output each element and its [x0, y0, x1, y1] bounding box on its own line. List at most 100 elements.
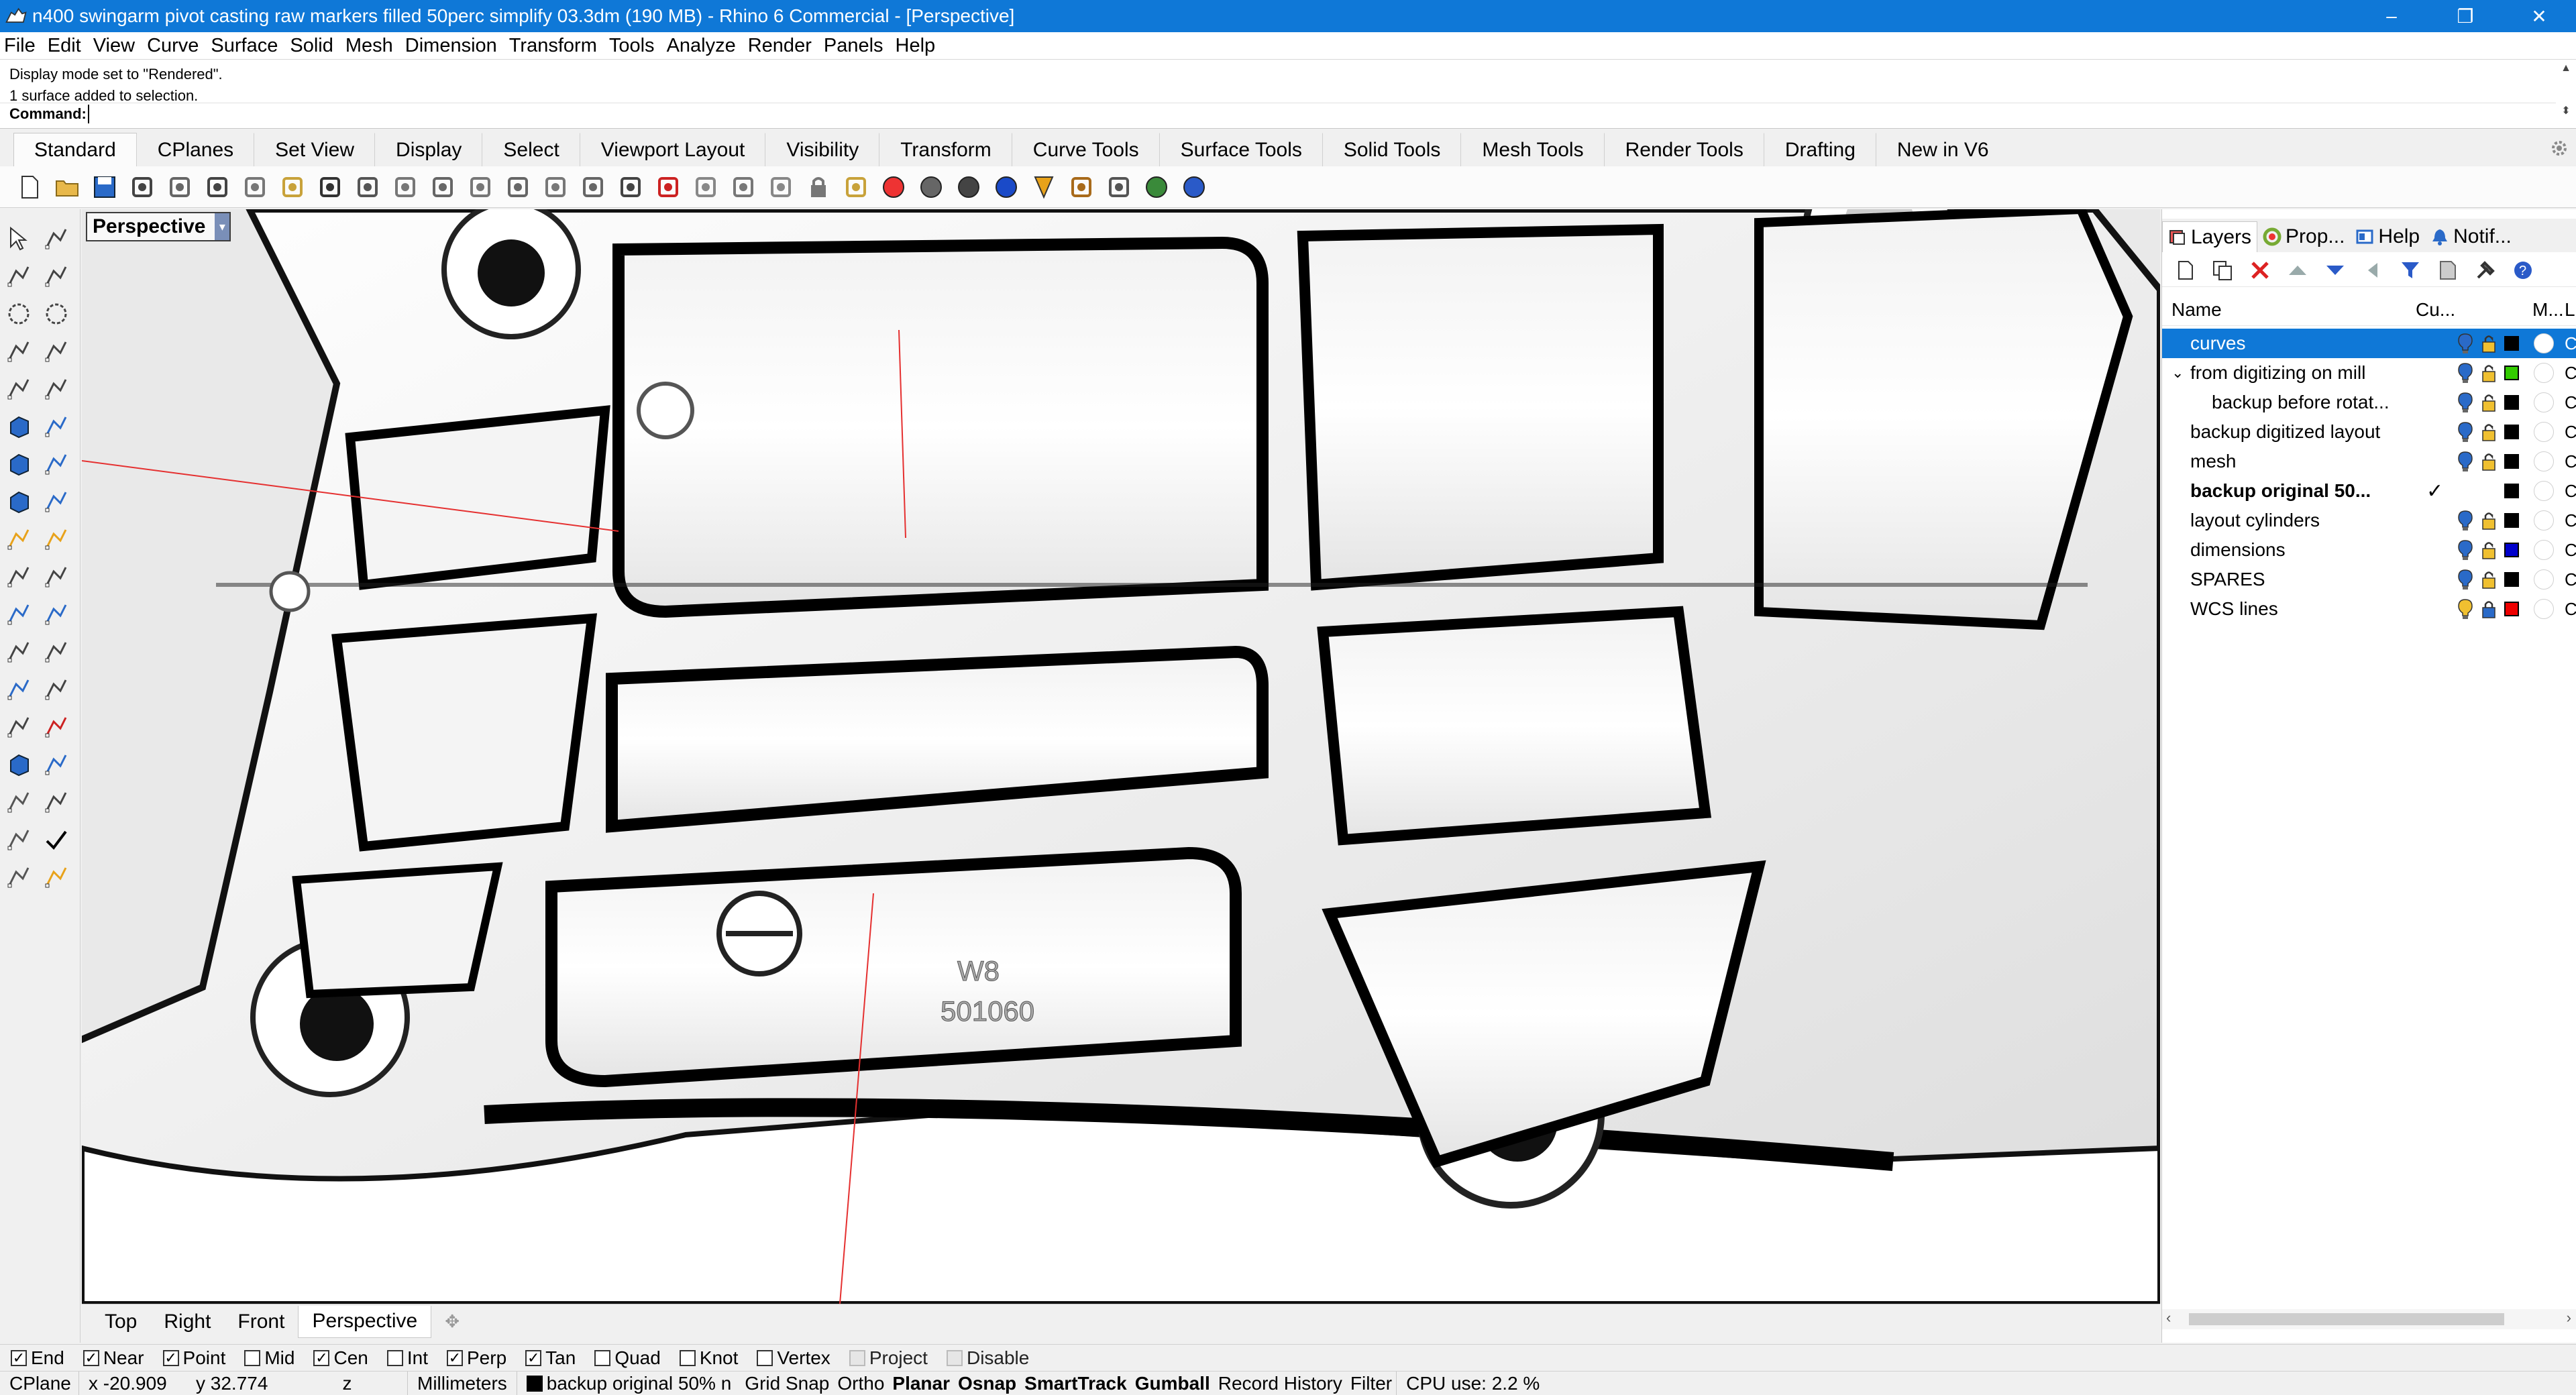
- menu-solid[interactable]: Solid: [290, 35, 333, 57]
- layer-linetype-cell[interactable]: C: [2565, 599, 2576, 620]
- layer-material-swatch[interactable]: [2534, 569, 2554, 590]
- blend-icon[interactable]: [40, 636, 72, 668]
- status-toggle-smarttrack[interactable]: SmartTrack: [1020, 1372, 1131, 1395]
- layer-material-swatch[interactable]: [2534, 540, 2554, 560]
- gumball-icon[interactable]: [40, 786, 72, 818]
- visibility-bulb-icon[interactable]: [2457, 421, 2473, 443]
- tab-curve-tools[interactable]: Curve Tools: [1012, 133, 1160, 166]
- status-toggle-osnap[interactable]: Osnap: [954, 1372, 1020, 1395]
- group-icon[interactable]: [3, 598, 35, 630]
- osnap-point[interactable]: ✓ Point: [162, 1347, 225, 1369]
- osnap-end[interactable]: ✓ End: [11, 1347, 64, 1369]
- layer-linetype-cell[interactable]: C: [2565, 333, 2576, 354]
- scroll-right-icon[interactable]: ›: [2567, 1309, 2571, 1327]
- move-icon[interactable]: [40, 711, 72, 743]
- status-units[interactable]: Millimeters: [408, 1371, 517, 1395]
- select-arrow-icon[interactable]: [3, 223, 35, 255]
- layer-linetype-cell[interactable]: C: [2565, 569, 2576, 590]
- layer-material-swatch[interactable]: [2534, 363, 2554, 383]
- tab-solid-tools[interactable]: Solid Tools: [1323, 133, 1462, 166]
- loft-icon[interactable]: [40, 410, 72, 443]
- split-icon[interactable]: [40, 561, 72, 593]
- layer-material-swatch[interactable]: [2534, 451, 2554, 471]
- osnap-near[interactable]: ✓ Near: [83, 1347, 144, 1369]
- import-icon[interactable]: [162, 170, 197, 205]
- split-icon[interactable]: [688, 170, 723, 205]
- cylinder-icon[interactable]: [3, 486, 35, 518]
- grid-icon[interactable]: [3, 786, 35, 818]
- tab-standard[interactable]: Standard: [13, 133, 137, 166]
- osnap-cen[interactable]: ✓ Cen: [313, 1347, 368, 1369]
- layer-color-swatch[interactable]: [2504, 484, 2519, 498]
- tab-display[interactable]: Display: [375, 133, 483, 166]
- panel-tab-layers[interactable]: Layers: [2162, 221, 2258, 252]
- layer-material-swatch[interactable]: [2534, 333, 2554, 353]
- tab-transform[interactable]: Transform: [879, 133, 1012, 166]
- history-scroll-up-icon[interactable]: ▲: [2560, 62, 2572, 74]
- expand-chevron-icon[interactable]: ⌄: [2171, 364, 2184, 382]
- layer-name[interactable]: from digitizing on mill: [2190, 362, 2365, 384]
- array-icon[interactable]: [40, 598, 72, 630]
- vptab-top[interactable]: Top: [91, 1306, 150, 1338]
- analyze-icon[interactable]: [3, 861, 35, 893]
- extrude-icon[interactable]: [40, 486, 72, 518]
- layer-linetype-cell[interactable]: C: [2565, 422, 2576, 443]
- visibility-bulb-icon[interactable]: [2457, 510, 2473, 531]
- menu-curve[interactable]: Curve: [147, 35, 199, 57]
- unlocked-icon[interactable]: [2481, 422, 2497, 442]
- unlocked-icon[interactable]: [2481, 540, 2497, 560]
- tab-drafting[interactable]: Drafting: [1764, 133, 1876, 166]
- column-material[interactable]: M...: [2532, 299, 2564, 321]
- undo-icon[interactable]: [313, 170, 347, 205]
- menu-mesh[interactable]: Mesh: [345, 35, 393, 57]
- osnap-checkbox[interactable]: [757, 1349, 773, 1366]
- osnap-mid[interactable]: Mid: [244, 1347, 294, 1369]
- boolean-union-icon[interactable]: [40, 448, 72, 480]
- visibility-bulb-icon[interactable]: [2457, 451, 2473, 472]
- polygon-icon[interactable]: [3, 335, 35, 368]
- column-name[interactable]: Name: [2171, 299, 2222, 321]
- panel-tab-notifications[interactable]: Notif...: [2425, 221, 2517, 252]
- command-input[interactable]: [87, 104, 1430, 123]
- gear-tool-icon[interactable]: [1064, 170, 1099, 205]
- unlocked-icon[interactable]: [2481, 569, 2497, 590]
- layer-name[interactable]: backup original 50...: [2190, 480, 2371, 502]
- layer-name[interactable]: curves: [2190, 333, 2245, 354]
- viewport-label[interactable]: Perspective ▾: [86, 212, 231, 241]
- zoom-selected-icon[interactable]: [538, 170, 573, 205]
- layer-linetype-cell[interactable]: C: [2565, 510, 2576, 531]
- command-scroll-icon[interactable]: ⬍: [2560, 104, 2572, 117]
- checkmark-icon[interactable]: [40, 824, 72, 856]
- layer-row[interactable]: dimensions C: [2162, 535, 2576, 565]
- menu-dimension[interactable]: Dimension: [405, 35, 497, 57]
- rotate-view-icon[interactable]: [576, 170, 610, 205]
- current-layer-check-icon[interactable]: ✓: [2426, 480, 2443, 503]
- copy-icon[interactable]: [237, 170, 272, 205]
- move-layer-down-icon[interactable]: [2320, 256, 2350, 285]
- perspective-viewport[interactable]: W8 501060 Perspective ▾: [82, 209, 2160, 1304]
- unlocked-icon[interactable]: [2481, 392, 2497, 412]
- menu-panels[interactable]: Panels: [824, 35, 883, 57]
- visibility-bulb-icon[interactable]: [2457, 392, 2473, 413]
- layer-linetype-cell[interactable]: C: [2565, 540, 2576, 561]
- layer-name[interactable]: WCS lines: [2190, 598, 2278, 620]
- panel-tab-properties[interactable]: Prop...: [2257, 221, 2350, 252]
- show-icon[interactable]: [763, 170, 798, 205]
- layer-name[interactable]: dimensions: [2190, 539, 2286, 561]
- osnap-int[interactable]: Int: [386, 1347, 428, 1369]
- paste-icon[interactable]: [275, 170, 310, 205]
- layer-name[interactable]: mesh: [2190, 451, 2236, 472]
- vptab-perspective[interactable]: Perspective: [298, 1305, 432, 1338]
- mesh-icon[interactable]: [3, 748, 35, 781]
- move-to-parent-icon[interactable]: [2358, 256, 2387, 285]
- vptab-front[interactable]: Front: [224, 1306, 298, 1338]
- maximize-button[interactable]: ❐: [2428, 0, 2502, 32]
- osnap-checkbox[interactable]: ✓: [83, 1349, 99, 1366]
- layers-help-icon[interactable]: ?: [2508, 256, 2538, 285]
- osnap-perp[interactable]: ✓ Perp: [447, 1347, 506, 1369]
- blue-sphere-icon[interactable]: [989, 170, 1024, 205]
- osnap-quad[interactable]: Quad: [594, 1347, 661, 1369]
- layer-row[interactable]: SPARES C: [2162, 565, 2576, 594]
- color-wheel-icon[interactable]: [876, 170, 911, 205]
- viewport-layout-icon[interactable]: [613, 170, 648, 205]
